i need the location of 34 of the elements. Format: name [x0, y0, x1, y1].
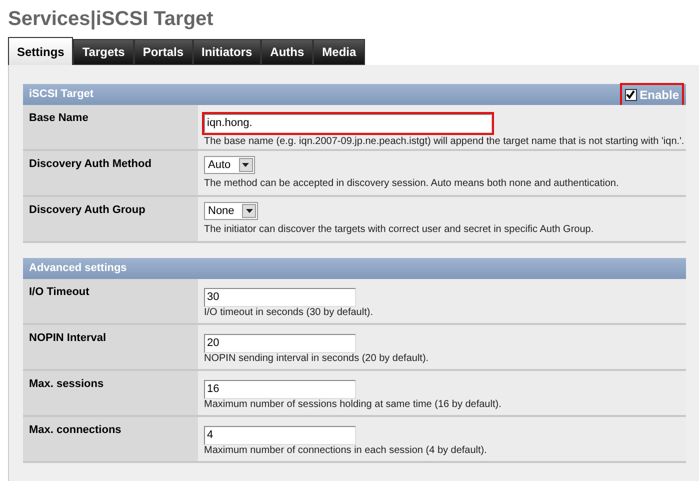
field-description: Maximum number of connections in each session (4 by default). [204, 444, 488, 458]
text-field[interactable]: 16 [204, 380, 356, 398]
dropdown[interactable]: Auto [204, 156, 255, 174]
row-label: Max. connections [23, 417, 198, 461]
field-description: Maximum number of sessions holding at same time (16 by default). [204, 398, 502, 412]
row-label: Base Name [23, 105, 198, 149]
text-field[interactable]: 20 [204, 334, 356, 352]
field-description: The initiator can discover the targets with correct user and secret in specific Auth Group. [204, 223, 595, 237]
text-field[interactable]: 30 [204, 288, 356, 306]
page-title: Services|iSCSI Target [7, 7, 214, 32]
section-title: Advanced settings [29, 261, 127, 276]
caret-icon [242, 204, 256, 218]
field-description: NOPIN sending interval in seconds (20 by default). [204, 352, 430, 366]
tab[interactable]: Targets [73, 39, 134, 65]
tab[interactable]: Portals [134, 39, 192, 65]
field-description: I/O timeout in seconds (30 by default). [204, 306, 374, 320]
text-field[interactable]: 4 [204, 426, 356, 444]
field-description: The method can be accepted in discovery session. Auto means both none and authentication. [204, 177, 620, 191]
row-label: NOPIN Interval [23, 325, 198, 369]
tab[interactable]: Media [313, 39, 366, 65]
tab[interactable]: Settings [8, 37, 74, 65]
row-label: Discovery Auth Method [23, 151, 198, 195]
checkmark-icon [626, 90, 636, 99]
dropdown[interactable]: None [204, 202, 258, 220]
checkbox[interactable] [624, 88, 637, 100]
section-title: iSCSI Target [29, 87, 94, 102]
field-description: The base name (e.g. iqn.2007-09.jp.ne.peach.istgt) will append the target name that is not starting with 'iqn.'. [204, 135, 686, 149]
caret-icon [238, 158, 253, 172]
row-label: Max. sessions [23, 371, 198, 415]
row-label: Discovery Auth Group [23, 197, 198, 241]
text-field[interactable]: iqn.hong. [204, 114, 492, 132]
tab[interactable]: Auths [261, 39, 314, 65]
row-label: I/O Timeout [23, 279, 198, 323]
tab[interactable]: Initiators [192, 39, 262, 65]
